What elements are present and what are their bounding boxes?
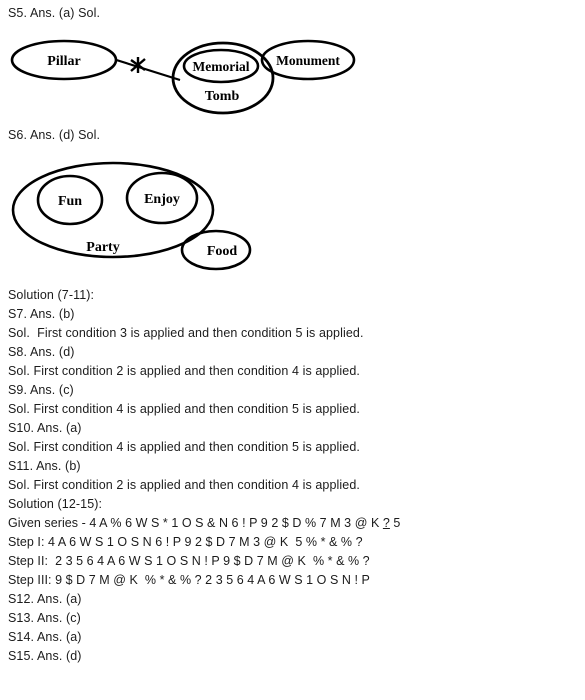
answer-line-s8: S8. Ans. (d) [8,345,75,359]
given-series-question-mark: ? [382,516,390,530]
given-series-suffix: 5 [389,516,401,530]
given-series-prefix: Given series - 4 A % 6 W S * 1 O S & N 6… [8,516,383,530]
ellipse-label-pillar: Pillar [47,54,80,69]
answer-line-s5: S5. Ans. (a) Sol. [8,6,101,20]
ellipse-label-party: Party [86,240,119,255]
step-2-text: 2 3 5 6 4 A 6 W S 1 O S N ! P 9 $ D 7 M … [55,554,370,568]
step-1-line: Step I: 4 A 6 W S 1 O S N 6 ! P 9 2 $ D … [8,535,363,550]
ellipse-label-memorial: Memorial [193,59,250,74]
solution-heading-12-15: Solution (12-15): [8,497,103,511]
ellipse-label-food: Food [207,244,238,259]
answer-line-s11: S11. Ans. (b) [8,459,81,473]
answer-line-s6: S6. Ans. (d) Sol. [8,128,101,142]
answer-line-s15: S15. Ans. (d) [8,649,82,663]
step-3-line: Step III: 9 $ D 7 M @ K % * & % ? 2 3 5 … [8,573,370,588]
diagram-s6: Fun Enjoy Party Food [0,155,280,285]
step-2-line: Step II: 2 3 5 6 4 A 6 W S 1 O S N ! P 9… [8,554,370,569]
step-1-text: 4 A 6 W S 1 O S N 6 ! P 9 2 $ D 7 M 3 @ … [48,535,363,549]
ellipse-label-monument: Monument [276,53,340,68]
diagram-s6-svg: Fun Enjoy Party Food [0,155,280,280]
solution-line-s8: Sol. First condition 2 is applied and th… [8,364,360,378]
step-3-text: 9 $ D 7 M @ K % * & % ? 2 3 5 6 4 A 6 W … [55,573,370,587]
ellipse-label-tomb: Tomb [205,89,240,104]
ellipse-label-enjoy: Enjoy [144,192,180,207]
step-1-label: Step I: [8,535,49,549]
answer-line-s13: S13. Ans. (c) [8,611,81,625]
step-3-label: Step III: [8,573,56,587]
solution-line-s7: Sol. First condition 3 is applied and th… [8,326,364,340]
solution-line-s10: Sol. First condition 4 is applied and th… [8,440,360,454]
answer-line-s10: S10. Ans. (a) [8,421,82,435]
step-2-label: Step II: [8,554,56,568]
solution-heading-7-11: Solution (7-11): [8,288,95,302]
given-series-line: Given series - 4 A % 6 W S * 1 O S & N 6… [8,516,400,531]
diagram-s5: Pillar Memorial Tomb Monument [0,30,380,130]
answer-line-s12: S12. Ans. (a) [8,592,82,606]
answer-line-s7: S7. Ans. (b) [8,307,75,321]
diagram-s5-svg: Pillar Memorial Tomb Monument [0,30,380,125]
ellipse-label-fun: Fun [58,194,82,209]
answer-line-s9: S9. Ans. (c) [8,383,74,397]
solution-line-s9: Sol. First condition 4 is applied and th… [8,402,360,416]
answer-line-s14: S14. Ans. (a) [8,630,82,644]
solution-line-s11: Sol. First condition 2 is applied and th… [8,478,360,492]
page-canvas: S5. Ans. (a) Sol. Pillar Memorial Tomb M… [0,0,585,700]
